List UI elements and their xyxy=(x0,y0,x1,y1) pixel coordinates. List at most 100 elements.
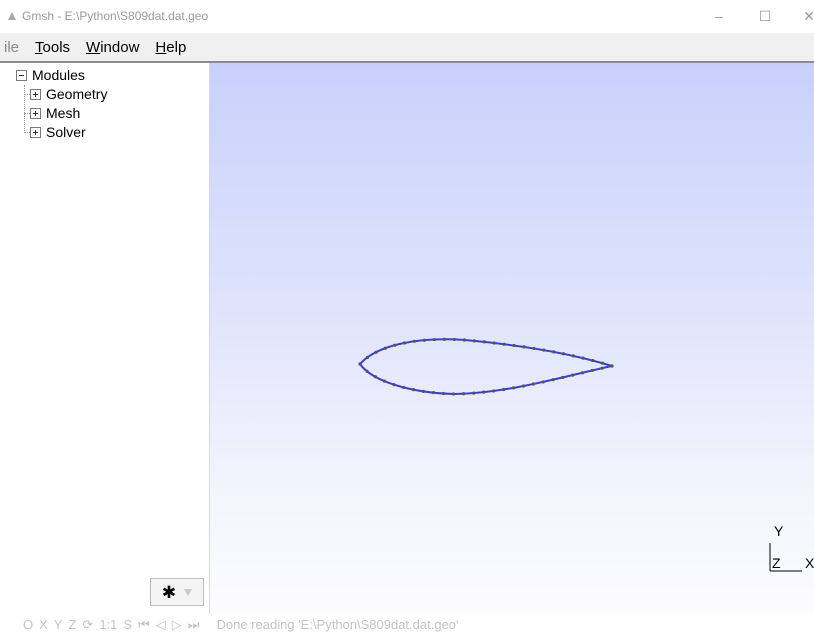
geometry-point xyxy=(402,385,406,390)
geometry-point xyxy=(365,369,369,373)
geometry-point xyxy=(561,375,565,380)
title-bar: Gmsh - E:\Python\S809dat.dat.geo – ☐ ✕ xyxy=(0,0,814,33)
geometry-point xyxy=(452,337,456,342)
menu-bar: ile Tools Window Help xyxy=(0,33,814,63)
geometry-point xyxy=(610,364,614,368)
geometry-point xyxy=(482,390,486,394)
menu-window-label: indow xyxy=(100,38,140,56)
gmsh-app-icon xyxy=(8,12,16,20)
last-step-icon[interactable]: ⏭ xyxy=(185,617,203,633)
geometry-point xyxy=(365,355,370,359)
collapse-icon[interactable] xyxy=(16,69,27,81)
menu-tools-label: ools xyxy=(42,38,71,56)
menu-tools-mnemonic: T xyxy=(35,38,43,56)
geometry-point xyxy=(502,342,506,346)
expand-icon[interactable] xyxy=(30,88,41,100)
geometry-point xyxy=(541,380,545,384)
geometry-point xyxy=(581,356,585,360)
geometry-point xyxy=(412,339,416,343)
tree-item-mesh[interactable]: Mesh xyxy=(30,105,80,121)
tree-item-label: Solver xyxy=(46,124,86,140)
geometry-point xyxy=(422,338,426,342)
close-button[interactable]: ✕ xyxy=(799,6,814,26)
geometry-point xyxy=(590,368,594,373)
expand-icon[interactable] xyxy=(30,126,41,138)
geometry-point xyxy=(392,383,396,387)
graphics-viewport[interactable]: Y Z X xyxy=(210,63,814,614)
view-x-button[interactable]: X xyxy=(36,617,51,632)
rotate-icon[interactable]: ⟳ xyxy=(79,617,96,633)
z-axis-label: Z xyxy=(772,555,781,571)
tree-connector xyxy=(24,85,25,133)
view-origin-button[interactable]: O xyxy=(20,617,36,632)
geometry-point xyxy=(462,338,466,342)
geometry-point xyxy=(552,350,556,354)
geometry-point xyxy=(373,375,377,379)
geometry-point xyxy=(600,361,605,365)
maximize-button[interactable]: ☐ xyxy=(755,6,775,26)
module-tree-panel: Modules Geometry Mesh Solver xyxy=(0,63,210,614)
geometry-point xyxy=(492,389,496,393)
geometry-point xyxy=(383,346,387,350)
menu-window[interactable]: Window xyxy=(78,39,147,56)
geometry-point xyxy=(431,391,435,395)
tree-item-label: Modules xyxy=(32,67,85,83)
airfoil-upper-curve xyxy=(359,338,613,367)
geometry-point xyxy=(442,337,446,341)
status-bar: O X Y Z ⟳ 1:1 S ⏮ ◁ ▷ ⏭ Done reading 'E:… xyxy=(0,614,814,635)
y-axis-label: Y xyxy=(774,523,784,539)
minimize-button[interactable]: – xyxy=(709,6,729,26)
menu-tools[interactable]: Tools xyxy=(27,39,78,56)
menu-help[interactable]: Help xyxy=(147,39,194,56)
view-y-button[interactable]: Y xyxy=(51,617,66,632)
geometry-point xyxy=(531,382,535,386)
geometry-point xyxy=(580,371,585,375)
tree-item-label: Geometry xyxy=(46,86,108,102)
snap-button[interactable]: S xyxy=(120,617,135,632)
geometry-point xyxy=(482,340,486,344)
status-message: Done reading 'E:\Python\S809dat.dat.geo' xyxy=(216,617,459,632)
tree-item-modules[interactable]: Modules xyxy=(16,67,85,83)
geometry-point xyxy=(571,373,575,377)
settings-button[interactable]: ✱ xyxy=(150,578,204,606)
geometry-point xyxy=(561,352,566,356)
geometry-point xyxy=(374,350,378,354)
menu-help-label: elp xyxy=(166,38,187,56)
geometry-point xyxy=(402,341,407,345)
mesh-points xyxy=(358,337,614,396)
scale-1to1-button[interactable]: 1:1 xyxy=(96,617,120,632)
gear-icon: ✱ xyxy=(161,582,177,602)
first-step-icon[interactable]: ⏮ xyxy=(135,617,153,633)
x-axis-label: X xyxy=(805,555,814,571)
tree-item-solver[interactable]: Solver xyxy=(30,124,86,140)
geometry-point xyxy=(411,388,416,392)
window-title: Gmsh - E:\Python\S809dat.dat.geo xyxy=(22,9,209,23)
geometry-point xyxy=(421,389,425,393)
expand-icon[interactable] xyxy=(30,107,41,119)
geometry-point xyxy=(600,366,604,370)
geometry-point xyxy=(472,391,476,395)
geometry-point xyxy=(451,392,456,396)
geometry-point xyxy=(382,379,387,383)
geometry-point xyxy=(461,392,466,396)
view-z-button[interactable]: Z xyxy=(65,617,79,632)
geometry-point xyxy=(472,339,476,343)
geometry-point xyxy=(432,337,436,342)
next-step-icon[interactable]: ▷ xyxy=(169,617,185,633)
geometry-point xyxy=(393,343,397,347)
menu-file[interactable]: ile xyxy=(0,39,27,56)
geometry-point xyxy=(591,358,595,363)
geometry-point xyxy=(571,354,575,358)
airfoil-lower-curve xyxy=(359,363,613,396)
geometry-point xyxy=(522,345,526,349)
geometry-point xyxy=(511,386,516,390)
dropdown-arrow-icon[interactable] xyxy=(184,588,193,596)
geometry-point xyxy=(542,348,546,352)
geometry-point xyxy=(358,362,362,366)
geometry-point xyxy=(502,387,506,392)
prev-step-icon[interactable]: ◁ xyxy=(153,617,169,633)
menu-help-mnemonic: H xyxy=(155,38,167,56)
geometry-point xyxy=(532,346,536,351)
geometry-point xyxy=(551,378,555,382)
tree-item-geometry[interactable]: Geometry xyxy=(30,86,107,102)
